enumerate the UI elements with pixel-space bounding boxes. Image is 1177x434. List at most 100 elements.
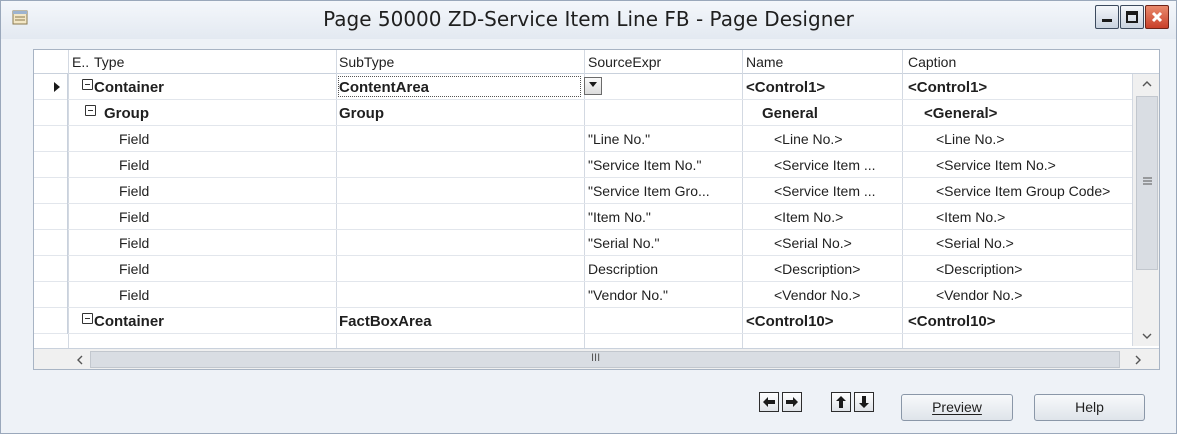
column-header-expander[interactable]: E.. — [72, 54, 89, 70]
row-name[interactable]: <Vendor No.> — [774, 287, 860, 303]
column-header-type[interactable]: Type — [94, 54, 124, 70]
row-sourceexpr[interactable]: "Item No." — [588, 209, 651, 225]
row-sourceexpr[interactable]: "Service Item Gro... — [588, 183, 710, 199]
preview-button[interactable]: Preview — [901, 394, 1013, 421]
subtype-cell-focus[interactable] — [338, 76, 581, 97]
current-row-arrow-icon — [54, 82, 60, 92]
move-up-button[interactable] — [831, 392, 851, 412]
row-type[interactable]: Field — [119, 261, 149, 277]
row-name[interactable]: <Serial No.> — [774, 235, 852, 251]
title-bar[interactable]: Page 50000 ZD-Service Item Line FB - Pag… — [1, 1, 1176, 39]
row-caption[interactable]: <Service Item Group Code> — [936, 183, 1110, 199]
move-left-button[interactable] — [759, 392, 779, 412]
row-subtype[interactable]: Group — [339, 105, 384, 122]
horizontal-scroll-thumb[interactable]: III — [90, 351, 1120, 368]
scroll-down-icon[interactable] — [1142, 332, 1152, 340]
row-selector[interactable] — [34, 178, 68, 204]
table-row[interactable]: Container ContentArea <Control1> <Control1> — [34, 74, 1132, 100]
vertical-scroll-thumb[interactable] — [1136, 96, 1158, 270]
column-header-caption[interactable]: Caption — [908, 54, 956, 70]
row-selector[interactable] — [34, 126, 68, 152]
row-name[interactable]: <Description> — [774, 261, 860, 277]
maximize-button[interactable] — [1120, 5, 1144, 29]
row-selector[interactable] — [34, 230, 68, 256]
column-header-sourceexpr[interactable]: SourceExpr — [588, 54, 661, 70]
row-name[interactable]: General — [762, 105, 818, 122]
row-caption[interactable]: <General> — [924, 105, 997, 122]
vertical-scrollbar[interactable] — [1132, 74, 1159, 346]
row-sourceexpr[interactable]: "Service Item No." — [588, 157, 701, 173]
row-sourceexpr[interactable]: "Line No." — [588, 131, 650, 147]
row-type[interactable]: Container — [94, 313, 164, 330]
column-header-name[interactable]: Name — [746, 54, 783, 70]
row-caption[interactable]: <Control1> — [908, 79, 987, 96]
control-grid[interactable]: E.. Type SubType SourceExpr Name Caption… — [33, 49, 1160, 370]
table-row[interactable]: Field "Vendor No." <Vendor No.> <Vendor No.… — [34, 282, 1132, 308]
sourceexpr-dropdown-button[interactable] — [584, 77, 602, 95]
row-caption[interactable]: <Item No.> — [936, 209, 1005, 225]
row-name[interactable]: <Control10> — [746, 313, 834, 330]
row-name[interactable]: <Control1> — [746, 79, 825, 96]
table-row[interactable]: Field "Service Item Gro... <Service Item .… — [34, 178, 1132, 204]
row-type[interactable]: Group — [104, 105, 149, 122]
row-selector[interactable] — [34, 152, 68, 178]
row-type[interactable]: Field — [119, 235, 149, 251]
collapse-icon[interactable] — [82, 313, 93, 324]
scroll-up-icon[interactable] — [1142, 80, 1152, 88]
row-name[interactable]: <Item No.> — [774, 209, 843, 225]
move-right-button[interactable] — [782, 392, 802, 412]
row-selector[interactable] — [34, 308, 68, 334]
row-type[interactable]: Field — [119, 209, 149, 225]
row-type[interactable]: Field — [119, 183, 149, 199]
row-caption[interactable]: <Vendor No.> — [936, 287, 1022, 303]
table-row[interactable]: Group Group General <General> — [34, 100, 1132, 126]
row-caption[interactable]: <Line No.> — [936, 131, 1005, 147]
row-selector[interactable] — [34, 282, 68, 308]
row-name[interactable]: <Service Item ... — [774, 183, 876, 199]
row-caption[interactable]: <Serial No.> — [936, 235, 1014, 251]
maximize-icon — [1126, 11, 1138, 23]
row-selector[interactable] — [34, 204, 68, 230]
row-sourceexpr[interactable]: "Serial No." — [588, 235, 659, 251]
row-selector[interactable] — [34, 74, 68, 100]
close-button[interactable] — [1145, 5, 1169, 29]
table-row[interactable]: Field "Line No." <Line No.> <Line No.> — [34, 126, 1132, 152]
help-button-label: Help — [1075, 399, 1104, 415]
row-subtype[interactable]: FactBoxArea — [339, 313, 432, 330]
window-title: Page 50000 ZD-Service Item Line FB - Pag… — [323, 7, 854, 31]
row-sourceexpr[interactable]: Description — [588, 261, 658, 277]
row-type[interactable]: Field — [119, 287, 149, 303]
row-caption[interactable]: <Control10> — [908, 313, 996, 330]
horizontal-scrollbar[interactable]: III — [34, 348, 1159, 369]
scroll-left-icon[interactable] — [76, 355, 84, 365]
scroll-grip-label: III — [591, 352, 601, 364]
table-row[interactable]: Field "Service Item No." <Service Item ...… — [34, 152, 1132, 178]
row-selector[interactable] — [34, 100, 68, 126]
row-sourceexpr[interactable]: "Vendor No." — [588, 287, 668, 303]
scroll-right-icon[interactable] — [1134, 355, 1142, 365]
table-row[interactable]: Container FactBoxArea <Control10> <Control1… — [34, 308, 1132, 334]
close-icon — [1151, 11, 1163, 23]
arrow-right-icon — [786, 397, 798, 407]
minimize-button[interactable] — [1095, 5, 1119, 29]
row-type[interactable]: Field — [119, 131, 149, 147]
move-down-button[interactable] — [854, 392, 874, 412]
row-type[interactable]: Field — [119, 157, 149, 173]
table-row[interactable]: Field "Serial No." <Serial No.> <Serial No.… — [34, 230, 1132, 256]
table-row[interactable]: Field "Item No." <Item No.> <Item No.> — [34, 204, 1132, 230]
table-row[interactable]: Field Description <Description> <Descriptio… — [34, 256, 1132, 282]
collapse-icon[interactable] — [82, 79, 93, 90]
column-header-subtype[interactable]: SubType — [339, 54, 394, 70]
row-selector[interactable] — [34, 256, 68, 282]
help-button[interactable]: Help — [1034, 394, 1145, 421]
row-name[interactable]: <Service Item ... — [774, 157, 876, 173]
arrow-down-icon — [859, 396, 869, 408]
preview-button-label: Preview — [932, 399, 982, 415]
row-caption[interactable]: <Service Item No.> — [936, 157, 1056, 173]
grid-header: E.. Type SubType SourceExpr Name Caption — [34, 50, 1159, 74]
row-type[interactable]: Container — [94, 79, 164, 96]
arrow-up-icon — [836, 396, 846, 408]
row-caption[interactable]: <Description> — [936, 261, 1022, 277]
collapse-icon[interactable] — [85, 105, 96, 116]
row-name[interactable]: <Line No.> — [774, 131, 843, 147]
